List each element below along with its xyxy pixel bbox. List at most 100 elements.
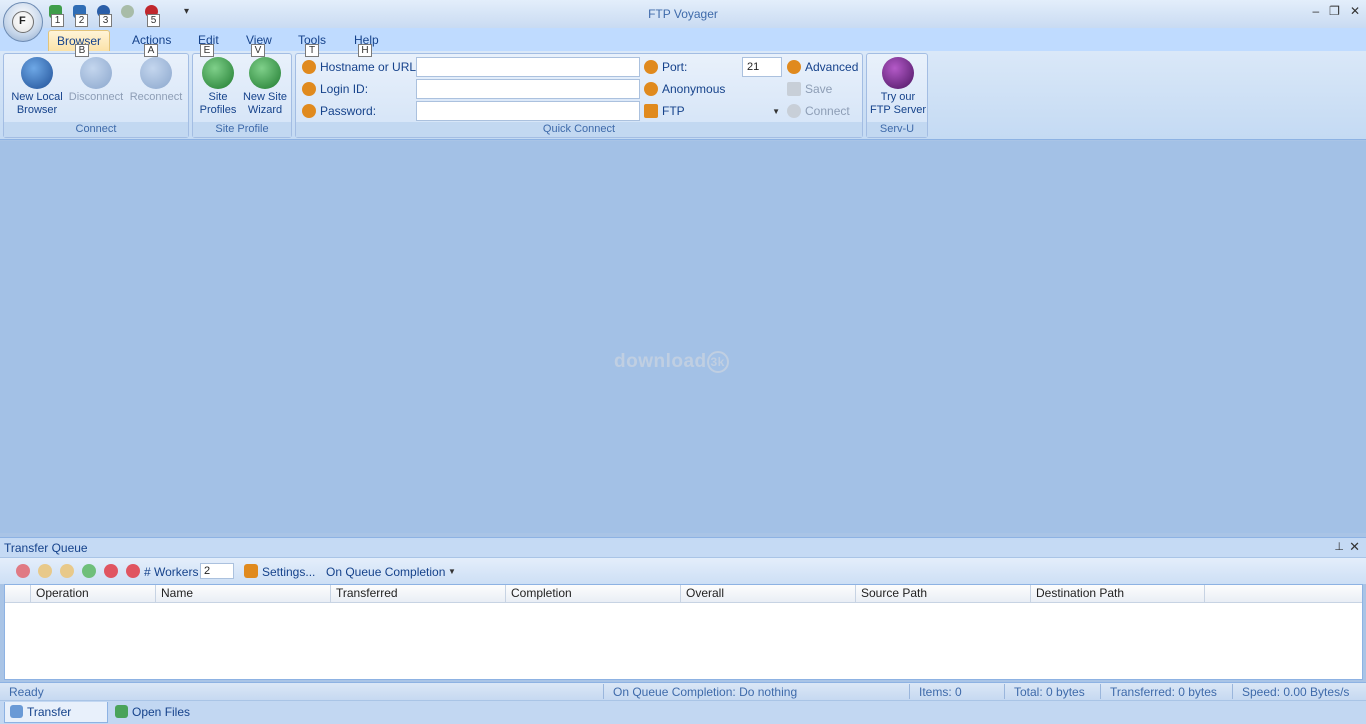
status-completion: On Queue Completion: Do nothing [613, 685, 798, 699]
password-input[interactable] [416, 101, 640, 121]
status-divider [1232, 684, 1233, 699]
tab-open-files[interactable]: Open Files [110, 702, 196, 723]
reconnect-label: Reconnect [129, 91, 183, 103]
port-icon [644, 60, 658, 74]
column-name[interactable]: Name [155, 585, 330, 603]
site-profiles-icon [202, 57, 234, 89]
connect-label: Connect [805, 104, 850, 118]
column-source-path[interactable]: Source Path [855, 585, 1030, 603]
group-servu: Try our FTP Server Serv-U [866, 53, 928, 138]
group-label-quick-connect: Quick Connect [296, 122, 862, 137]
workers-label: # Workers [144, 565, 199, 579]
save-icon [787, 82, 801, 96]
workers-stepper[interactable] [200, 563, 234, 579]
ribbon: New Local Browser Disconnect Reconnect C… [0, 51, 1366, 140]
port-input[interactable] [742, 57, 782, 77]
new-site-wizard-button[interactable]: New Site Wizard [241, 57, 289, 117]
hostname-label: Hostname or URL: [320, 60, 420, 74]
status-divider [1004, 684, 1005, 699]
anonymous-icon [644, 82, 658, 96]
chevron-down-icon: ▼ [448, 567, 456, 576]
protocol-value: FTP [662, 104, 685, 118]
watermark-logo-icon: 3k [706, 351, 729, 373]
watermark-text: download [614, 351, 707, 373]
login-input[interactable] [416, 79, 640, 99]
bottom-tabs: Transfer Queue Open Files [0, 701, 1366, 724]
connect-icon [787, 104, 801, 118]
protocol-dropdown[interactable]: FTP ▼ [644, 101, 782, 121]
pause-icon[interactable] [60, 564, 74, 578]
remove-all-icon[interactable] [126, 564, 140, 578]
restore-button[interactable]: ❐ [1329, 4, 1340, 18]
stop-icon[interactable] [16, 564, 30, 578]
new-local-browser-button[interactable]: New Local Browser [8, 57, 66, 117]
settings-icon [244, 564, 258, 578]
advanced-icon [787, 60, 801, 74]
site-profiles-button[interactable]: Site Profiles [195, 57, 241, 117]
settings-button[interactable]: Settings... [262, 565, 315, 579]
column-completion[interactable]: Completion [505, 585, 680, 603]
disconnect-button[interactable]: Disconnect [66, 57, 126, 104]
connect-button[interactable]: Connect [787, 101, 850, 121]
hostname-input[interactable] [416, 57, 640, 77]
try-ftp-server-button[interactable]: Try our FTP Server [869, 57, 927, 117]
host-icon [302, 60, 316, 74]
close-button[interactable]: ✕ [1350, 4, 1360, 18]
open-files-icon [115, 705, 128, 718]
application-menu-button[interactable]: F [3, 2, 43, 42]
tab-transfer-queue[interactable]: Transfer Queue [4, 702, 108, 723]
anonymous-label: Anonymous [662, 82, 726, 96]
servu-logo-icon [882, 57, 914, 89]
keytip-browser: B [75, 44, 89, 57]
reconnect-button[interactable]: Reconnect [126, 57, 186, 104]
key-icon [302, 104, 316, 118]
status-divider [603, 684, 604, 699]
save-button[interactable]: Save [787, 79, 832, 99]
transfer-queue-title: Transfer Queue [4, 541, 88, 555]
workspace-area: download 3k [0, 141, 1366, 533]
column-operation[interactable]: Operation [30, 585, 155, 603]
table-header: Operation Name Transferred Completion Ov… [5, 585, 1362, 603]
advanced-button[interactable]: Advanced [787, 57, 858, 77]
queue-icon [10, 705, 23, 718]
status-divider [1100, 684, 1101, 699]
window-controls: – ❐ ✕ [1312, 4, 1360, 18]
app-button-keytip: F [19, 15, 26, 27]
keytip-help: H [358, 44, 372, 57]
status-ready: Ready [9, 685, 44, 699]
group-quick-connect: Hostname or URL: Login ID: Password: Por… [295, 53, 863, 138]
transfer-queue-header: Transfer Queue ⊥ ✕ [0, 537, 1366, 557]
save-label: Save [805, 82, 833, 96]
group-label-servu: Serv-U [867, 122, 927, 137]
keytip-actions: A [144, 44, 158, 57]
pin-icon[interactable]: ⊥ [1334, 540, 1344, 553]
new-site-wizard-label: New Site Wizard [242, 91, 288, 116]
minimize-button[interactable]: – [1312, 4, 1319, 18]
play-icon[interactable] [82, 564, 96, 578]
anonymous-checkbox[interactable]: Anonymous [644, 79, 725, 99]
column-transferred[interactable]: Transferred [330, 585, 505, 603]
login-row: Login ID: [302, 79, 368, 99]
status-transferred: Transferred: 0 bytes [1110, 685, 1217, 699]
close-panel-button[interactable]: ✕ [1349, 539, 1360, 555]
monitor-icon [21, 57, 53, 89]
keytip-tools: T [305, 44, 319, 57]
reconnect-icon [140, 57, 172, 89]
skip-icon[interactable] [38, 564, 52, 578]
ribbon-tabs: Browser Actions Edit View Tools Help B A… [0, 28, 1366, 57]
new-local-browser-label: New Local Browser [11, 91, 63, 116]
password-label: Password: [320, 104, 377, 118]
disconnect-label: Disconnect [68, 91, 124, 103]
keytip-view: V [251, 44, 265, 57]
try-ftp-server-label: Try our FTP Server [869, 91, 927, 116]
group-site-profile: Site Profiles New Site Wizard Site Profi… [192, 53, 292, 138]
on-queue-completion-dropdown[interactable]: On Queue Completion [326, 565, 445, 579]
column-destination-path[interactable]: Destination Path [1030, 585, 1205, 603]
remove-icon[interactable] [104, 564, 118, 578]
status-bar: Ready On Queue Completion: Do nothing It… [0, 682, 1366, 700]
login-label: Login ID: [320, 82, 369, 96]
protocol-icon [644, 104, 658, 118]
column-overall[interactable]: Overall [680, 585, 855, 603]
tab-open-files-label: Open Files [132, 705, 191, 719]
transfer-queue-toolbar: # Workers Settings... On Queue Completio… [0, 558, 1366, 584]
